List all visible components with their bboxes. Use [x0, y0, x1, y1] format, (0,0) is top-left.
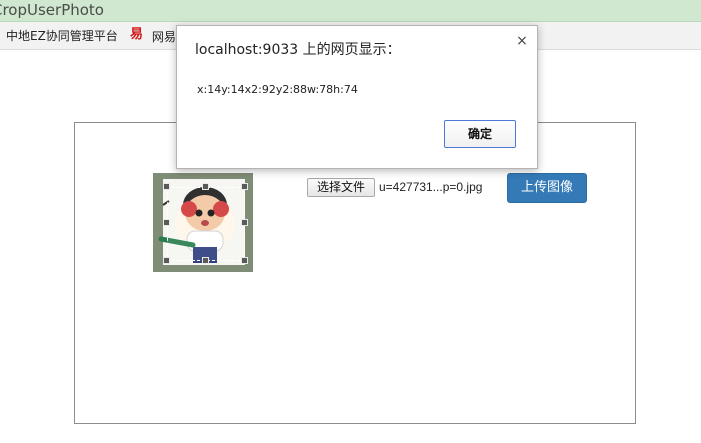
crop-handle-top-left[interactable] [163, 183, 170, 190]
ok-button[interactable]: 确定 [444, 120, 516, 148]
crop-handle-bottom[interactable] [202, 257, 209, 264]
crop-handle-bottom-left[interactable] [163, 257, 170, 264]
bookmark-item-ez-platform[interactable]: 中地EZ协同管理平台 [6, 29, 118, 43]
bookmark-label: 中地EZ协同管理平台 [6, 29, 118, 43]
crop-handle-right[interactable] [241, 219, 248, 226]
selected-file-name: u=427731...p=0.jpg [379, 180, 483, 194]
dialog-message: x:14y:14x2:92y2:88w:78h:74 [197, 83, 358, 96]
crop-handle-top[interactable] [202, 183, 209, 190]
crop-handle-top-right[interactable] [241, 183, 248, 190]
close-icon[interactable]: × [514, 33, 530, 49]
tab-strip: CropUserPhoto [0, 0, 701, 22]
tab-title[interactable]: CropUserPhoto [0, 0, 104, 20]
crop-handle-bottom-right[interactable] [241, 257, 248, 264]
choose-file-button[interactable]: 选择文件 [307, 178, 375, 197]
alert-dialog: localhost:9033 上的网页显示： × x:14y:14x2:92y2… [176, 25, 538, 169]
upload-image-button[interactable]: 上传图像 [507, 173, 587, 203]
browser-window: CropUserPhoto 中地EZ协同管理平台 网易邮 [0, 0, 701, 443]
crop-selection[interactable] [167, 187, 245, 261]
avatar-preview[interactable] [153, 173, 253, 272]
netease-icon [130, 28, 144, 43]
crop-handle-left[interactable] [163, 219, 170, 226]
dialog-title: localhost:9033 上的网页显示： [195, 42, 401, 58]
